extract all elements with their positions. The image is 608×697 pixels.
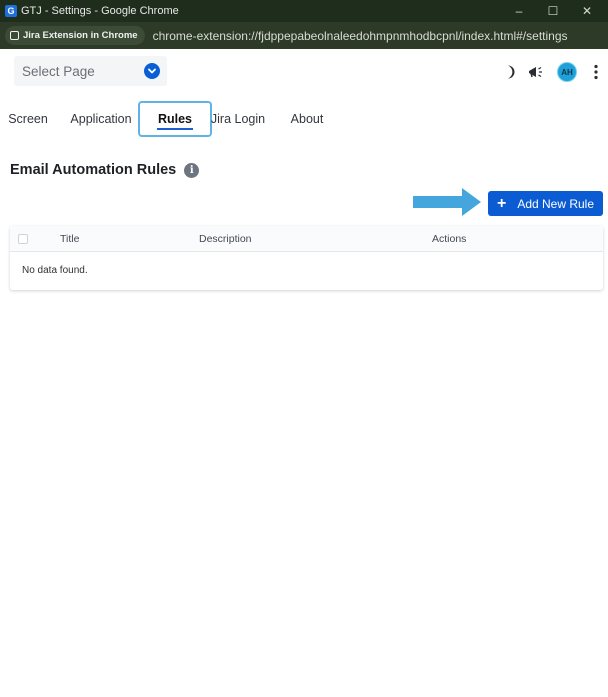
- megaphone-icon[interactable]: [526, 61, 546, 83]
- extension-chip[interactable]: Jira Extension in Chrome: [5, 26, 145, 45]
- add-new-rule-label: Add New Rule: [517, 196, 595, 211]
- section-heading: Email Automation Rules i: [10, 160, 200, 180]
- settings-tabs: Screen Application Rules Jira Login Abou…: [0, 101, 608, 139]
- annotation-arrow-icon: [413, 188, 481, 216]
- extension-label: Jira Extension in Chrome: [23, 30, 138, 41]
- close-button[interactable]: ✕: [570, 0, 604, 22]
- active-tab-indicator: [157, 128, 193, 130]
- tab-jira-login[interactable]: Jira Login: [210, 101, 266, 137]
- tab-screen[interactable]: Screen: [6, 101, 50, 137]
- tab-rules-label: Rules: [157, 112, 193, 126]
- rules-table: Title Description Actions No data found.: [10, 226, 603, 290]
- maximize-button[interactable]: ☐: [536, 0, 570, 22]
- more-vertical-icon[interactable]: [590, 61, 602, 83]
- chevron-down-icon[interactable]: [144, 63, 160, 79]
- add-new-rule-button[interactable]: + Add New Rule: [488, 191, 603, 216]
- select-all-checkbox[interactable]: [18, 234, 28, 244]
- moon-icon[interactable]: [503, 61, 519, 83]
- column-header-actions: Actions: [432, 233, 467, 245]
- avatar: AH: [557, 62, 577, 82]
- tab-application[interactable]: Application: [66, 101, 136, 137]
- info-icon[interactable]: i: [184, 162, 200, 178]
- user-avatar-button[interactable]: AH: [556, 61, 578, 83]
- puzzle-icon: [10, 31, 19, 40]
- app-topbar: Select Page AH: [0, 49, 608, 95]
- column-header-description[interactable]: Description: [199, 233, 252, 245]
- column-header-title[interactable]: Title: [60, 233, 79, 245]
- minimize-button[interactable]: –: [502, 0, 536, 22]
- app-icon: G: [5, 5, 17, 17]
- page-title: Email Automation Rules: [10, 162, 177, 178]
- url-text[interactable]: chrome-extension://fjdppepabeolnaleedohm…: [153, 29, 568, 43]
- tab-about[interactable]: About: [286, 101, 328, 137]
- address-bar: Jira Extension in Chrome chrome-extensio…: [0, 22, 608, 49]
- window-title: GTJ - Settings - Google Chrome: [21, 5, 179, 17]
- plus-icon: +: [496, 194, 507, 212]
- tab-rules[interactable]: Rules: [138, 101, 212, 137]
- select-page-placeholder: Select Page: [22, 63, 95, 79]
- window-titlebar: G GTJ - Settings - Google Chrome – ☐ ✕: [0, 0, 608, 22]
- table-header: Title Description Actions: [10, 226, 603, 252]
- empty-state-message: No data found.: [22, 265, 88, 276]
- select-page-dropdown[interactable]: Select Page: [14, 56, 167, 86]
